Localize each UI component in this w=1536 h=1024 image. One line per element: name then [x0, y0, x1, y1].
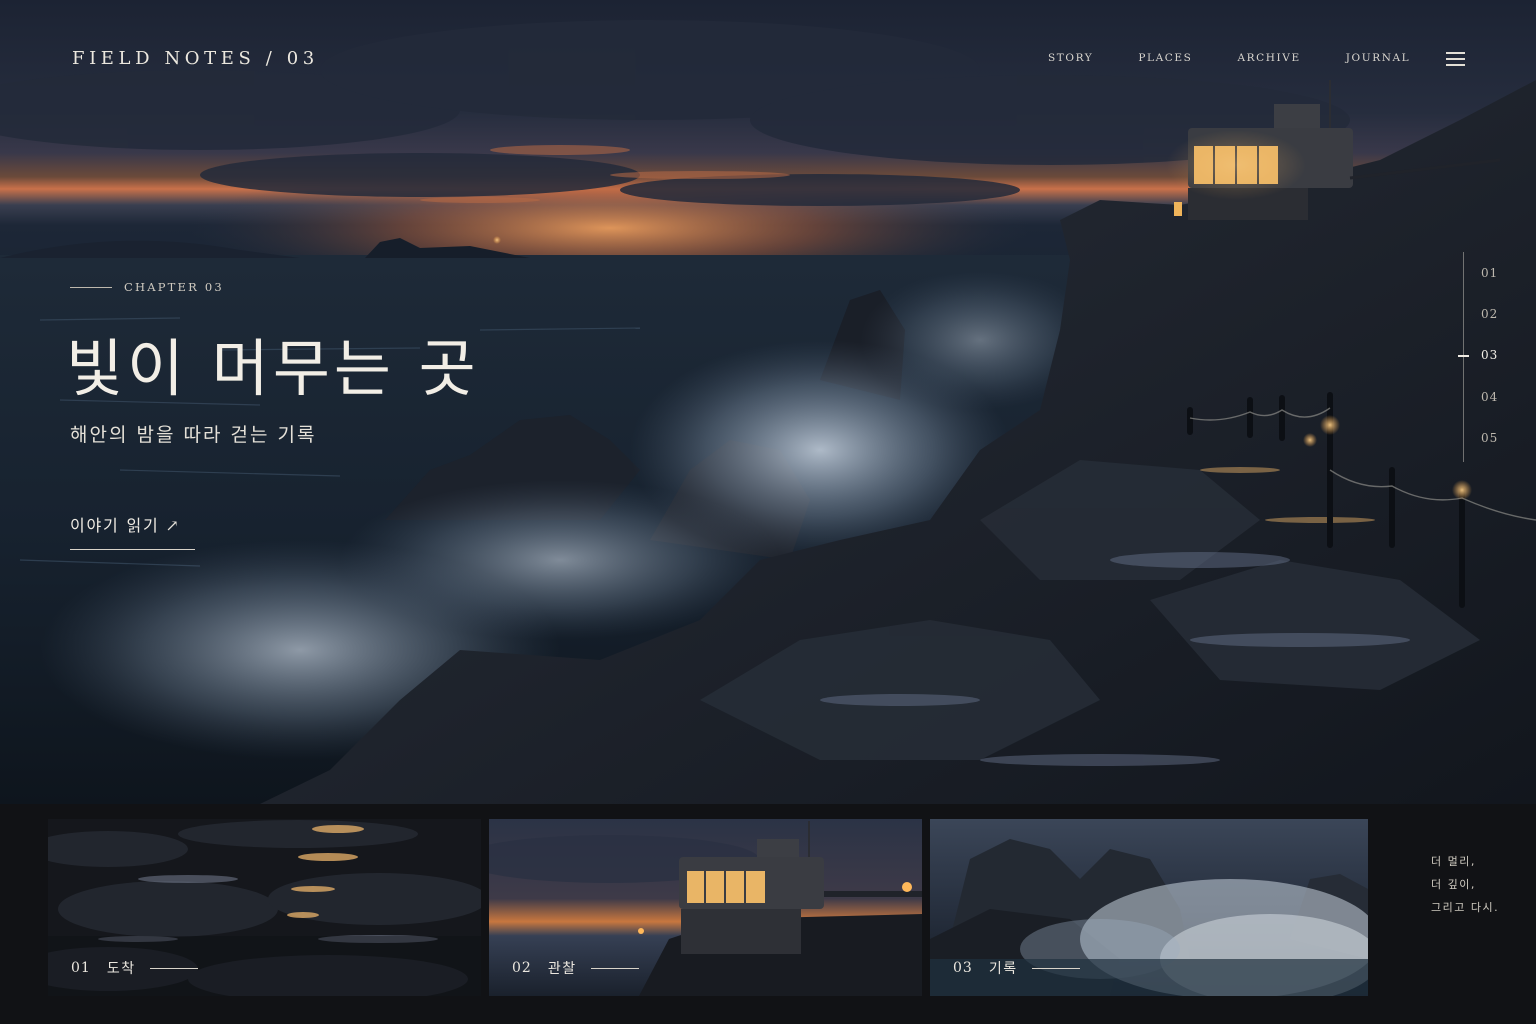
page-title: 빛이 머무는 곳	[66, 332, 480, 405]
poem-line: 더 멀리,	[1431, 855, 1476, 868]
brand-logo[interactable]: FIELD NOTES / 03	[72, 48, 319, 69]
gallery-card-record[interactable]: 03 기록	[930, 819, 1368, 996]
gallery-caption: 02 관찰	[512, 958, 639, 978]
gallery-number: 03	[953, 960, 973, 976]
hero-section: FIELD NOTES / 03 STORY PLACES ARCHIVE JO…	[0, 0, 1536, 804]
read-story-button[interactable]: 이야기 읽기 ↗	[70, 512, 195, 550]
poem-line: 그리고 다시.	[1431, 901, 1500, 914]
pager-item-02[interactable]: 02	[1481, 307, 1498, 321]
gallery-card-arrival[interactable]: 01 도착	[48, 819, 481, 996]
gallery-card-observation[interactable]: 02 관찰	[489, 819, 922, 996]
arrow-up-right-icon: ↗	[165, 516, 179, 535]
pager-item-01[interactable]: 01	[1481, 266, 1498, 280]
pager-item-03[interactable]: 03	[1481, 348, 1498, 362]
gallery-number: 02	[512, 960, 532, 976]
pager-item-04[interactable]: 04	[1481, 390, 1498, 404]
chapter-divider	[70, 286, 112, 288]
page-subtitle: 해안의 밤을 따라 걷는 기록	[70, 424, 317, 446]
nav-archive[interactable]: ARCHIVE	[1237, 52, 1300, 64]
cta-underline	[70, 549, 195, 550]
nav-journal[interactable]: JOURNAL	[1346, 52, 1411, 64]
pager-track	[1463, 252, 1464, 462]
poem-line: 더 깊이,	[1431, 878, 1476, 891]
gallery-caption: 01 도착	[71, 958, 198, 978]
chapter-pager: 01 02 03 04 05	[1456, 252, 1516, 462]
gallery-title: 기록	[988, 961, 1018, 977]
pager-item-05[interactable]: 05	[1481, 431, 1498, 445]
gallery-title: 도착	[106, 961, 136, 977]
pager-active-indicator	[1458, 355, 1469, 357]
nav-story[interactable]: STORY	[1048, 52, 1093, 64]
gallery-number: 01	[71, 960, 91, 976]
nav-places[interactable]: PLACES	[1138, 52, 1192, 64]
gallery-title: 관찰	[547, 961, 577, 977]
chapter-label-row: CHAPTER 03	[70, 280, 224, 294]
poem-text: 더 멀리, 더 깊이, 그리고 다시.	[1431, 850, 1499, 919]
gallery-strip: 01 도착 02 관찰 03 기록 더 멀리, 더 깊이, 그리고 다시.	[0, 804, 1536, 1024]
main-nav: STORY PLACES ARCHIVE JOURNAL	[1048, 52, 1455, 64]
gallery-divider	[590, 967, 639, 969]
gallery-caption: 03 기록	[953, 958, 1080, 978]
chapter-label: CHAPTER 03	[124, 280, 224, 294]
read-story-label: 이야기 읽기	[70, 516, 160, 535]
hamburger-menu-icon[interactable]	[1446, 52, 1465, 66]
gallery-divider	[1031, 967, 1080, 969]
gallery-divider	[149, 967, 198, 969]
